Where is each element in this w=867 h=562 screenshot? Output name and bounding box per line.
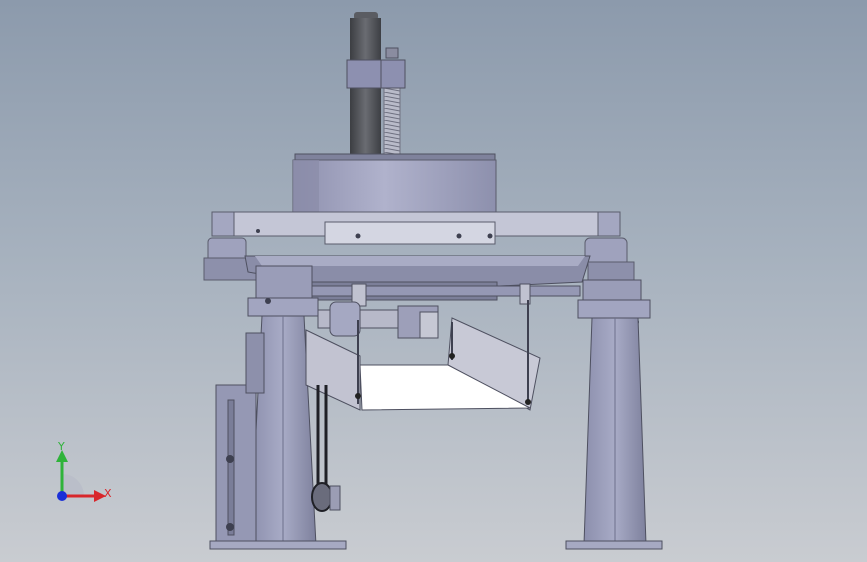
- z-axis-dot: [57, 491, 67, 501]
- x-axis-label: X: [104, 487, 112, 500]
- y-axis-label: Y: [58, 440, 65, 453]
- top-beam: [211, 211, 621, 245]
- coordinate-triad: Y X: [40, 438, 120, 508]
- right-support-leg: [565, 279, 663, 550]
- belt-drive: [311, 385, 341, 512]
- screw-nut-top: [385, 47, 399, 59]
- motor-assembly: [346, 12, 406, 158]
- machine-model[interactable]: [0, 0, 867, 562]
- lead-screw: [383, 85, 401, 157]
- cad-viewport[interactable]: Y X: [0, 0, 867, 562]
- motor-clamp: [346, 59, 406, 89]
